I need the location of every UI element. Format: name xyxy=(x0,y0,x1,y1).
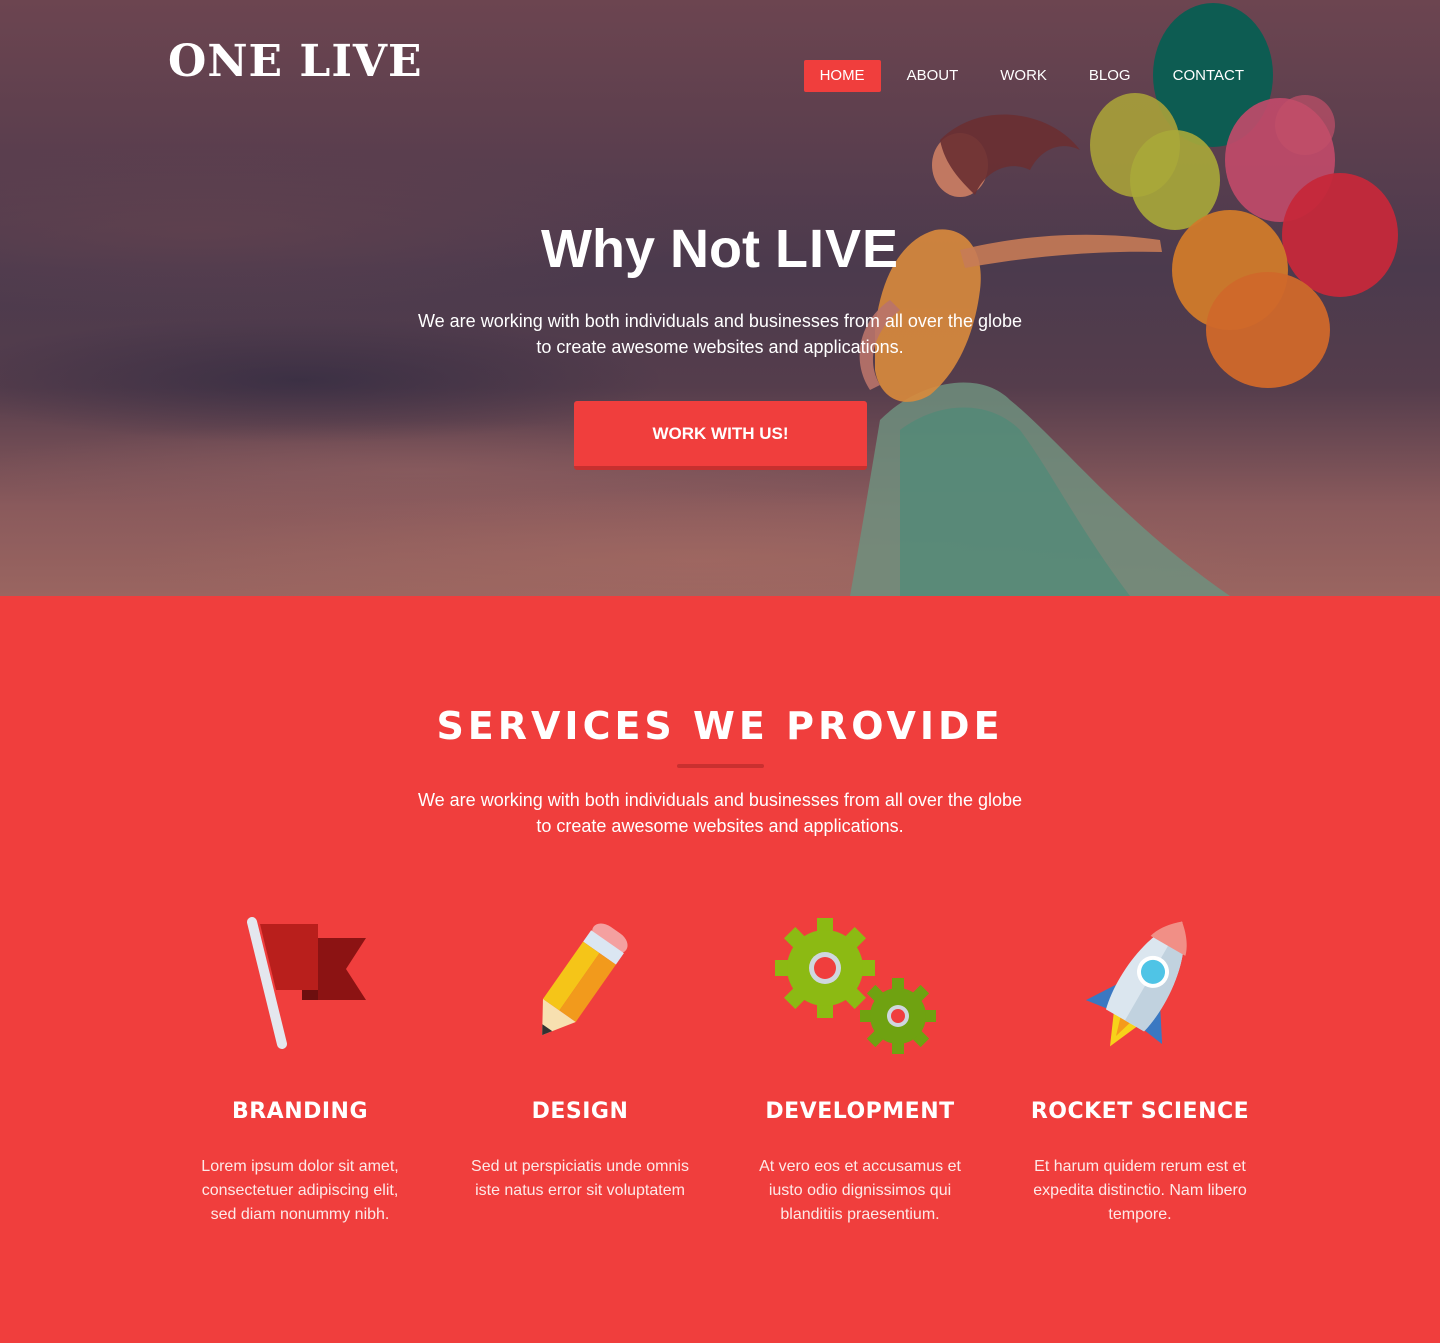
services-title-divider xyxy=(677,764,764,768)
service-text-development: At vero eos et accusamus et iusto odio d… xyxy=(759,1158,961,1223)
services-section: SERVICES WE PROVIDE We are working with … xyxy=(0,596,1440,1343)
nav-item-contact[interactable]: CONTACT xyxy=(1157,60,1260,92)
nav-item-home[interactable]: HOME xyxy=(803,60,881,92)
nav-item-work[interactable]: WORK xyxy=(984,60,1063,92)
services-description-line2: to create awesome websites and applicati… xyxy=(536,816,904,836)
hero-section: ONE LIVE HOME ABOUT WORK BLOG CONTACT Wh… xyxy=(0,0,1440,596)
gears-icon xyxy=(775,918,936,1054)
rocket-icon xyxy=(1085,921,1187,1047)
service-title-design: DESIGN xyxy=(531,1099,629,1124)
nav-item-blog[interactable]: BLOG xyxy=(1073,60,1147,92)
service-title-rocket-science: ROCKET SCIENCE xyxy=(1030,1099,1250,1124)
hero-description: We are working with both individuals and… xyxy=(400,308,1040,360)
service-text-rocket-science: Et harum quidem rerum est et expedita di… xyxy=(1033,1158,1247,1223)
flag-icon xyxy=(247,917,366,1049)
hero-description-line1: We are working with both individuals and… xyxy=(418,311,1022,331)
main-navigation: HOME ABOUT WORK BLOG CONTACT xyxy=(794,60,1260,92)
services-description: We are working with both individuals and… xyxy=(400,787,1040,839)
service-title-development: DEVELOPMENT xyxy=(765,1099,955,1124)
hero-description-line2: to create awesome websites and applicati… xyxy=(536,337,904,357)
services-description-line1: We are working with both individuals and… xyxy=(418,790,1022,810)
hero-title-bold: LIVE xyxy=(774,219,899,279)
hero-title-light: Why Not xyxy=(541,219,760,279)
nav-item-about[interactable]: ABOUT xyxy=(891,60,975,92)
site-logo[interactable]: ONE LIVE xyxy=(168,36,423,87)
hero-title: Why Not LIVE xyxy=(0,218,1440,280)
services-title: SERVICES WE PROVIDE xyxy=(436,704,1004,748)
service-text-design: Sed ut perspiciatis unde omnis iste natu… xyxy=(471,1158,689,1199)
service-title-branding: BRANDING xyxy=(231,1099,369,1124)
service-text-branding: Lorem ipsum dolor sit amet, consectetuer… xyxy=(201,1158,399,1223)
pencil-icon xyxy=(542,923,628,1036)
work-with-us-button[interactable]: WORK WITH US! xyxy=(574,401,867,470)
